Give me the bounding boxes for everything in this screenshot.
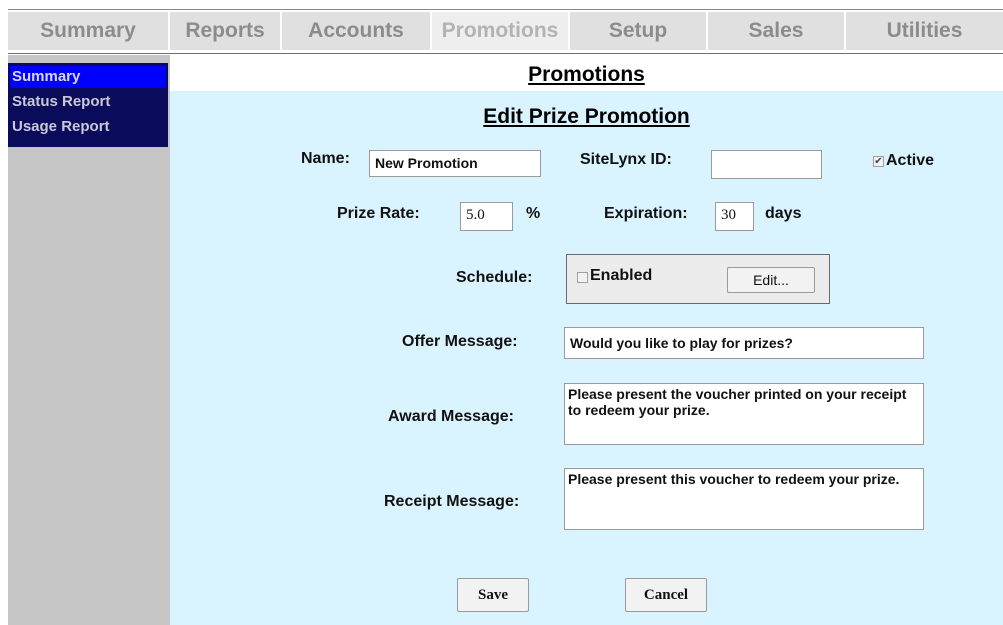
sidebar: Summary Status Report Usage Report <box>8 55 170 625</box>
receipt-message-field[interactable]: Please present this voucher to redeem yo… <box>564 468 924 530</box>
prize-rate-unit: % <box>526 205 541 222</box>
sidebar-item-usage-report[interactable]: Usage Report <box>10 116 166 138</box>
tab-setup[interactable]: Setup <box>570 12 706 50</box>
award-message-label: Award Message: <box>388 408 514 425</box>
name-label: Name: <box>301 150 350 167</box>
receipt-message-label: Receipt Message: <box>384 493 520 510</box>
schedule-enabled-label: Enabled <box>590 267 653 284</box>
active-checkbox[interactable]: ✔ <box>873 156 884 167</box>
sitelynx-id-field[interactable] <box>711 150 822 179</box>
tab-accounts[interactable]: Accounts <box>282 12 430 50</box>
top-nav-bar: Summary Reports Accounts Promotions Setu… <box>0 0 1003 54</box>
tab-utilities[interactable]: Utilities <box>846 12 1003 50</box>
tab-reports[interactable]: Reports <box>170 12 280 50</box>
expiration-label: Expiration: <box>604 205 688 222</box>
save-button[interactable]: Save <box>457 578 529 612</box>
award-message-field[interactable]: Please present the voucher printed on yo… <box>564 383 924 445</box>
sidebar-item-summary[interactable]: Summary <box>10 66 166 88</box>
page-title-bar: Promotions <box>170 55 1003 91</box>
schedule-enabled-checkbox[interactable] <box>577 272 588 283</box>
cancel-button[interactable]: Cancel <box>625 578 707 612</box>
active-label: Active <box>886 152 935 169</box>
expiration-field[interactable]: 30 <box>715 202 754 231</box>
expiration-unit: days <box>765 205 802 222</box>
sitelynx-id-label: SiteLynx ID: <box>580 151 672 168</box>
tab-sales[interactable]: Sales <box>708 12 844 50</box>
tab-summary[interactable]: Summary <box>8 12 168 50</box>
schedule-edit-button[interactable]: Edit... <box>727 267 815 293</box>
main-panel: Promotions Edit Prize Promotion Name: Ne… <box>170 55 1003 625</box>
sidebar-item-status-report[interactable]: Status Report <box>10 91 166 113</box>
prize-rate-field[interactable]: 5.0 <box>460 202 513 231</box>
section-title: Edit Prize Promotion <box>483 105 690 128</box>
schedule-label: Schedule: <box>456 269 533 286</box>
name-field[interactable]: New Promotion <box>369 150 541 177</box>
top-nav-border-bottom <box>8 53 1003 54</box>
schedule-box: Enabled Edit... <box>566 254 830 304</box>
page-title: Promotions <box>528 63 645 86</box>
offer-message-field[interactable]: Would you like to play for prizes? <box>564 327 924 359</box>
offer-message-label: Offer Message: <box>402 333 518 350</box>
prize-rate-label: Prize Rate: <box>337 205 420 222</box>
sidebar-menu: Summary Status Report Usage Report <box>8 63 168 147</box>
top-nav-border-top <box>8 9 1003 10</box>
tab-promotions[interactable]: Promotions <box>432 12 568 50</box>
